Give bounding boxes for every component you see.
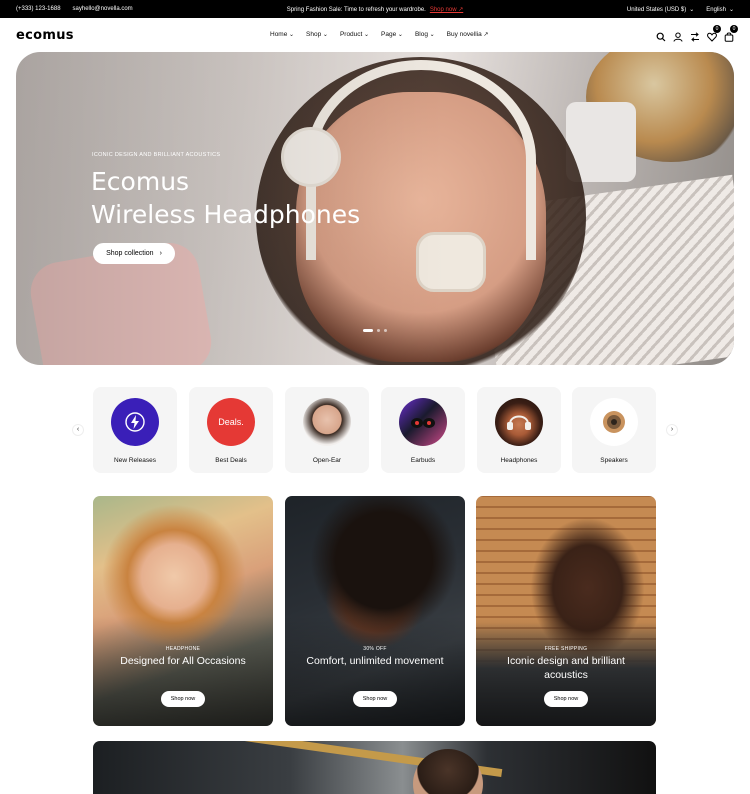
category-speakers[interactable]: Speakers	[572, 387, 656, 473]
category-label: New Releases	[114, 457, 156, 464]
promo-tag: HEADPHONE	[165, 646, 201, 652]
promo-title: Iconic design and brilliant acoustics	[507, 655, 625, 681]
earbuds-photo	[399, 398, 447, 446]
promo-card-discount[interactable]: 30% OFF Comfort, unlimited movement Shop…	[285, 496, 465, 726]
promo-text: Spring Fashion Sale: Time to refresh you…	[286, 7, 426, 13]
main-nav: Home Shop Product Page Blog Buy novellia	[270, 31, 488, 38]
account-icon[interactable]	[673, 29, 683, 42]
site-header: ecomus Home Shop Product Page Blog Buy n…	[0, 18, 750, 52]
category-next-button[interactable]: ›	[666, 424, 678, 436]
category-label: Earbuds	[410, 457, 436, 464]
wishlist-count: 0	[713, 25, 721, 33]
chevron-right-icon: ›	[159, 250, 162, 257]
shop-collection-button[interactable]: Shop collection ›	[93, 243, 175, 264]
cart-icon[interactable]: 0	[724, 25, 738, 42]
category-label: Open-Ear	[312, 457, 342, 464]
search-icon[interactable]	[656, 29, 666, 42]
slide-dot-2[interactable]	[377, 329, 380, 332]
promo-card-headphone[interactable]: HEADPHONE Designed for All Occasions Sho…	[93, 496, 273, 726]
promo-title: Designed for All Occasions	[120, 655, 246, 667]
open-ear-photo	[303, 398, 351, 446]
promo-shop-button[interactable]: Shop now	[161, 691, 205, 707]
announcement-bar: (+333) 123-1688 sayhello@novella.com Spr…	[0, 0, 750, 18]
nav-buy[interactable]: Buy novellia	[447, 31, 489, 38]
promo-link[interactable]: Shop now ↗	[430, 7, 463, 13]
hero-banner: ICONIC DESIGN AND BRILLIANT ACOUSTICS Ec…	[16, 52, 734, 365]
slide-dot-3[interactable]	[384, 329, 387, 332]
category-label: Best Deals	[215, 457, 247, 464]
banner-model	[413, 749, 483, 794]
promo-shop-button[interactable]: Shop now	[353, 691, 397, 707]
nav-home[interactable]: Home	[270, 31, 294, 38]
hero-title-line-2: Wireless Headphones	[91, 200, 361, 229]
category-prev-button[interactable]: ‹	[72, 424, 84, 436]
category-best-deals[interactable]: Deals. Best Deals	[189, 387, 273, 473]
wishlist-icon[interactable]: 0	[707, 25, 721, 42]
nav-product[interactable]: Product	[340, 31, 369, 38]
slide-dot-1[interactable]	[363, 329, 373, 332]
speaker-photo	[590, 398, 638, 446]
hero-title-line-1: Ecomus	[91, 167, 190, 196]
lifestyle-banner	[93, 741, 656, 794]
deals-icon: Deals.	[207, 398, 255, 446]
category-earbuds[interactable]: Earbuds	[381, 387, 465, 473]
promo-shop-button[interactable]: Shop now	[544, 691, 588, 707]
promo-card-shipping[interactable]: FREE SHIPPING Iconic design and brillian…	[476, 496, 656, 726]
deals-icon-text: Deals.	[218, 417, 244, 427]
hero-eyebrow: ICONIC DESIGN AND BRILLIANT ACOUSTICS	[92, 152, 221, 158]
promo-title: Comfort, unlimited movement	[306, 655, 444, 667]
shop-collection-label: Shop collection	[106, 250, 154, 257]
promo-tag: FREE SHIPPING	[544, 646, 588, 652]
category-open-ear[interactable]: Open-Ear	[285, 387, 369, 473]
cart-count: 0	[730, 25, 738, 33]
lightning-icon	[111, 398, 159, 446]
category-headphones[interactable]: Headphones	[477, 387, 561, 473]
promo-tag: 30% OFF	[363, 646, 387, 652]
compare-icon[interactable]	[690, 29, 700, 42]
nav-blog[interactable]: Blog	[415, 31, 435, 38]
category-new-releases[interactable]: New Releases	[93, 387, 177, 473]
language-selector[interactable]: English	[706, 6, 734, 13]
category-label: Headphones	[500, 457, 538, 464]
nav-shop[interactable]: Shop	[306, 31, 328, 38]
category-label: Speakers	[600, 457, 628, 464]
site-logo[interactable]: ecomus	[16, 28, 74, 43]
nav-page[interactable]: Page	[381, 31, 403, 38]
slider-pagination	[363, 329, 387, 332]
headphones-photo	[495, 398, 543, 446]
hero-title: Ecomus Wireless Headphones	[91, 165, 360, 231]
currency-selector[interactable]: United States (USD $)	[627, 6, 694, 13]
